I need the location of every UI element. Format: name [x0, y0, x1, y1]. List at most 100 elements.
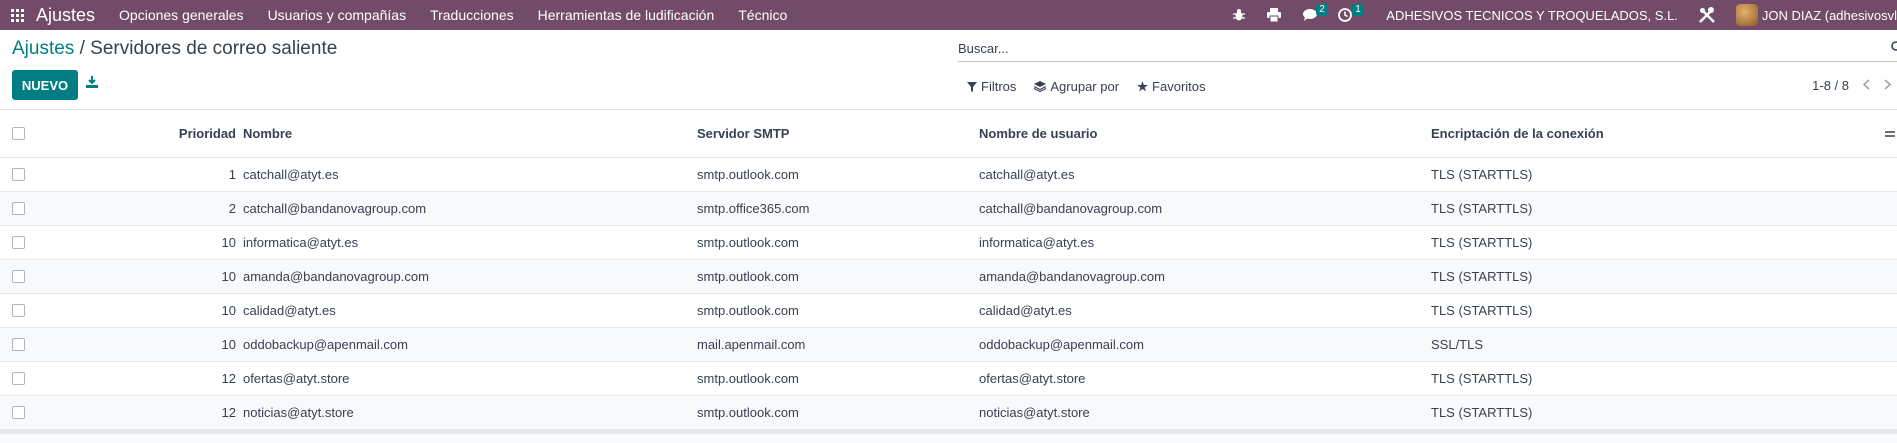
- horizontal-scrollbar[interactable]: [0, 430, 1897, 434]
- table-row[interactable]: 10 informatica@atyt.es smtp.outlook.com …: [0, 226, 1897, 260]
- optional-columns-icon[interactable]: [1885, 110, 1895, 157]
- user-menu[interactable]: JON DIAZ (adhesivosvl: [1735, 4, 1897, 26]
- filter-icon: [967, 81, 977, 92]
- avatar: [1735, 4, 1758, 26]
- messages-badge: 2: [1316, 4, 1328, 16]
- cell-priority: 10: [221, 235, 236, 250]
- filters-label: Filtros: [981, 79, 1017, 94]
- breadcrumb-separator: /: [79, 38, 85, 59]
- table-row[interactable]: 2 catchall@bandanovagroup.com smtp.offic…: [0, 192, 1897, 226]
- cell-smtp: smtp.outlook.com: [697, 235, 799, 250]
- group-by-label: Agrupar por: [1050, 79, 1120, 94]
- column-header-name[interactable]: Nombre: [243, 110, 292, 157]
- column-header-smtp[interactable]: Servidor SMTP: [697, 110, 789, 157]
- row-checkbox[interactable]: [12, 192, 26, 225]
- cell-name: catchall@atyt.es: [243, 167, 339, 182]
- activities-clock-icon[interactable]: 1: [1338, 4, 1364, 22]
- pager-next-icon[interactable]: [1884, 78, 1892, 93]
- favorites-toggle[interactable]: Favoritos: [1137, 79, 1206, 94]
- pager-value[interactable]: 1-8 / 8: [1812, 78, 1849, 93]
- cell-priority: 1: [228, 167, 236, 182]
- row-checkbox[interactable]: [12, 226, 26, 259]
- cell-username: ofertas@atyt.store: [979, 371, 1086, 386]
- group-by-toggle[interactable]: Agrupar por: [1034, 79, 1119, 94]
- favorites-label: Favoritos: [1152, 79, 1206, 94]
- cell-username: noticias@atyt.store: [979, 405, 1090, 420]
- menu-item-gamification-tools[interactable]: Herramientas de ludificación: [538, 7, 715, 23]
- cell-name: noticias@atyt.store: [243, 405, 354, 420]
- list-view: Prioridad Nombre Servidor SMTP Nombre de…: [0, 110, 1897, 430]
- cell-priority: 2: [228, 201, 236, 216]
- menu-item-technical[interactable]: Técnico: [738, 7, 787, 23]
- user-name: JON DIAZ (adhesivosvl: [1761, 7, 1897, 23]
- menu-item-translations[interactable]: Traducciones: [430, 7, 514, 23]
- search-bar: [958, 36, 1897, 62]
- filters-toggle[interactable]: Filtros: [967, 79, 1016, 94]
- systray: 2 1 ADHESIVOS TECNICOS Y TROQUELADOS, S.…: [1232, 0, 1897, 30]
- cell-smtp: mail.apenmail.com: [697, 337, 806, 352]
- search-input[interactable]: [958, 36, 1858, 60]
- search-options: Filtros Agrupar por Favoritos: [967, 79, 1224, 94]
- breadcrumb-root-link[interactable]: Ajustes: [12, 38, 74, 59]
- layers-icon: [1034, 81, 1047, 92]
- column-header-username[interactable]: Nombre de usuario: [979, 110, 1097, 157]
- breadcrumb: Ajustes / Servidores de correo saliente: [12, 38, 337, 60]
- cell-name: informatica@atyt.es: [243, 235, 359, 250]
- pager-prev-icon[interactable]: [1862, 78, 1870, 93]
- cell-smtp: smtp.outlook.com: [697, 371, 799, 386]
- cell-username: informatica@atyt.es: [979, 235, 1095, 250]
- row-checkbox[interactable]: [12, 158, 26, 191]
- messages-icon[interactable]: 2: [1302, 4, 1328, 22]
- cell-username: catchall@atyt.es: [979, 167, 1075, 182]
- print-icon[interactable]: [1266, 8, 1282, 22]
- row-checkbox[interactable]: [12, 260, 26, 293]
- download-icon[interactable]: [86, 76, 98, 91]
- table-row[interactable]: 1 catchall@atyt.es smtp.outlook.com catc…: [0, 158, 1897, 192]
- row-checkbox[interactable]: [12, 328, 26, 361]
- search-icon[interactable]: [1891, 41, 1897, 56]
- menu-item-general-settings[interactable]: Opciones generales: [119, 7, 244, 23]
- cell-name: ofertas@atyt.store: [243, 371, 350, 386]
- table-row[interactable]: 10 oddobackup@apenmail.com mail.apenmail…: [0, 328, 1897, 362]
- cell-username: oddobackup@apenmail.com: [979, 337, 1144, 352]
- cell-encryption: TLS (STARTTLS): [1431, 371, 1533, 386]
- column-header-priority[interactable]: Prioridad: [150, 110, 236, 157]
- column-header-encryption[interactable]: Encriptación de la conexión: [1431, 110, 1604, 157]
- company-switcher[interactable]: ADHESIVOS TECNICOS Y TROQUELADOS, S.L.: [1386, 8, 1678, 23]
- cell-name: catchall@bandanovagroup.com: [243, 201, 427, 216]
- row-checkbox[interactable]: [12, 294, 26, 327]
- cell-encryption: TLS (STARTTLS): [1431, 405, 1533, 420]
- cell-encryption: SSL/TLS: [1431, 337, 1484, 352]
- new-button[interactable]: NUEVO: [12, 70, 78, 100]
- cell-name: calidad@atyt.es: [243, 303, 336, 318]
- row-checkbox[interactable]: [12, 362, 26, 395]
- table-row[interactable]: 10 amanda@bandanovagroup.com smtp.outloo…: [0, 260, 1897, 294]
- table-row[interactable]: 12 noticias@atyt.store smtp.outlook.com …: [0, 396, 1897, 430]
- row-checkbox[interactable]: [12, 396, 26, 429]
- cell-smtp: smtp.office365.com: [697, 201, 810, 216]
- control-panel: Ajustes / Servidores de correo saliente …: [0, 30, 1897, 110]
- page-title: Servidores de correo saliente: [90, 38, 338, 59]
- table-row[interactable]: 12 ofertas@atyt.store smtp.outlook.com o…: [0, 362, 1897, 396]
- top-navbar: Ajustes Opciones generales Usuarios y co…: [0, 0, 1897, 30]
- star-icon: [1137, 81, 1149, 92]
- menu-item-users-companies[interactable]: Usuarios y compañías: [268, 7, 407, 23]
- app-menu-icon[interactable]: [0, 0, 34, 30]
- cell-encryption: TLS (STARTTLS): [1431, 235, 1533, 250]
- table-row[interactable]: 10 calidad@atyt.es smtp.outlook.com cali…: [0, 294, 1897, 328]
- cell-smtp: smtp.outlook.com: [697, 303, 799, 318]
- cell-smtp: smtp.outlook.com: [697, 405, 799, 420]
- select-all-checkbox[interactable]: [12, 110, 26, 157]
- cell-username: calidad@atyt.es: [979, 303, 1072, 318]
- cell-priority: 12: [221, 405, 236, 420]
- tools-icon[interactable]: [1698, 6, 1716, 24]
- cell-encryption: TLS (STARTTLS): [1431, 303, 1533, 318]
- table-header: Prioridad Nombre Servidor SMTP Nombre de…: [0, 110, 1897, 158]
- pager: 1-8 / 8: [1812, 78, 1892, 93]
- app-brand[interactable]: Ajustes: [36, 5, 95, 26]
- cell-encryption: TLS (STARTTLS): [1431, 269, 1533, 284]
- cell-username: amanda@bandanovagroup.com: [979, 269, 1165, 284]
- cell-name: amanda@bandanovagroup.com: [243, 269, 429, 284]
- debug-bug-icon[interactable]: [1232, 8, 1246, 22]
- cell-name: oddobackup@apenmail.com: [243, 337, 408, 352]
